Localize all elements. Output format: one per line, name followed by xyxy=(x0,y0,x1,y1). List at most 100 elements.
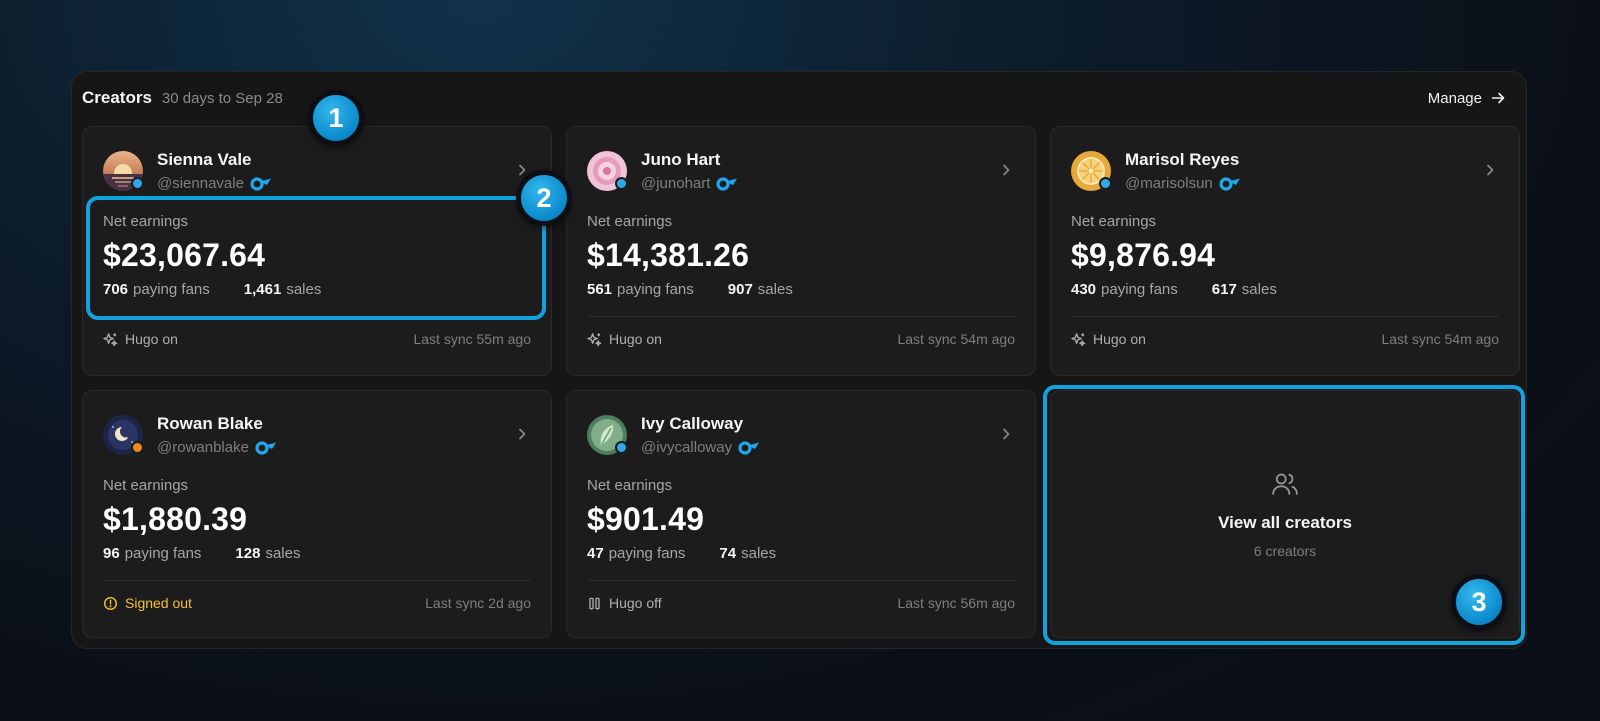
creator-name: Juno Hart xyxy=(641,150,721,169)
sales-stat: 128 sales xyxy=(235,545,301,562)
sparkle-icon xyxy=(1071,332,1086,346)
paying-fans-stat: 561 paying fans xyxy=(587,281,694,298)
avatar xyxy=(587,415,628,455)
net-earnings-label: Net earnings xyxy=(587,477,673,494)
creator-card-marisol-reyes[interactable]: Marisol Reyes @marisolsun Net earnings $… xyxy=(1050,126,1520,376)
avatar xyxy=(103,151,144,191)
stats-row: 561 paying fans 907 sales xyxy=(587,281,793,298)
creator-name: Rowan Blake xyxy=(157,414,263,433)
hugo-status: Hugo on xyxy=(103,331,178,347)
chevron-right-icon xyxy=(519,164,526,176)
creator-card-sienna-vale[interactable]: Sienna Vale @siennavale Net earnings $23… xyxy=(82,126,552,376)
creator-card-rowan-blake[interactable]: Rowan Blake @rowanblake Net earnings $1,… xyxy=(82,390,552,638)
panel-header: Creators 30 days to Sep 28 Manage xyxy=(82,84,1506,112)
creators-panel: Creators 30 days to Sep 28 Manage Sienna… xyxy=(71,71,1527,649)
hugo-status: Hugo on xyxy=(1071,331,1146,347)
avatar xyxy=(103,415,144,455)
last-sync: Last sync 56m ago xyxy=(897,595,1015,611)
net-earnings-label: Net earnings xyxy=(587,213,673,230)
last-sync: Last sync 2d ago xyxy=(425,595,531,611)
status-dot xyxy=(131,177,144,190)
handle-row: @siennavale xyxy=(157,175,272,192)
annotation-badge-1: 1 xyxy=(310,92,362,144)
card-footer: Signed out Last sync 2d ago xyxy=(103,595,531,611)
stats-row: 706 paying fans 1,461 sales xyxy=(103,281,321,298)
last-sync: Last sync 54m ago xyxy=(897,331,1015,347)
sparkle-icon xyxy=(587,332,602,346)
card-footer: Hugo on Last sync 54m ago xyxy=(587,331,1015,347)
net-earnings-value: $9,876.94 xyxy=(1071,237,1216,273)
alert-circle-icon xyxy=(103,596,118,610)
paying-fans-stat: 96 paying fans xyxy=(103,545,202,562)
status-dot xyxy=(615,177,628,190)
arrow-right-icon xyxy=(1491,92,1505,104)
chevron-right-icon xyxy=(1003,164,1010,176)
creator-handle: @siennavale xyxy=(157,175,244,192)
creator-name: Sienna Vale xyxy=(157,150,252,169)
status-dot xyxy=(1099,177,1112,190)
net-earnings-value: $23,067.64 xyxy=(103,237,266,273)
avatar xyxy=(587,151,628,191)
creator-card-juno-hart[interactable]: Juno Hart @junohart Net earnings $14,381… xyxy=(566,126,1036,376)
net-earnings-label: Net earnings xyxy=(103,477,189,494)
chevron-right-icon xyxy=(1003,428,1010,440)
status-dot xyxy=(131,441,144,454)
stats-row: 96 paying fans 128 sales xyxy=(103,545,300,562)
card-footer: Hugo on Last sync 54m ago xyxy=(1071,331,1499,347)
creator-name: Marisol Reyes xyxy=(1125,150,1240,169)
divider xyxy=(587,316,1015,317)
sales-stat: 907 sales xyxy=(727,281,793,298)
platform-logo-icon xyxy=(716,176,738,191)
creator-handle: @junohart xyxy=(641,175,711,192)
status-dot xyxy=(615,441,628,454)
handle-row: @ivycalloway xyxy=(641,439,760,456)
sales-stat: 617 sales xyxy=(1211,281,1277,298)
stats-row: 430 paying fans 617 sales xyxy=(1071,281,1277,298)
handle-row: @rowanblake xyxy=(157,439,277,456)
platform-logo-icon xyxy=(250,176,271,191)
divider xyxy=(587,580,1015,581)
panel-title: Creators xyxy=(82,88,152,107)
last-sync: Last sync 54m ago xyxy=(1381,331,1499,347)
pause-icon xyxy=(589,597,600,609)
platform-logo-icon xyxy=(255,440,276,455)
creator-name: Ivy Calloway xyxy=(641,414,744,433)
net-earnings-value: $14,381.26 xyxy=(587,237,750,273)
users-icon xyxy=(1272,473,1298,495)
platform-logo-icon xyxy=(738,440,760,455)
creator-handle: @marisolsun xyxy=(1125,175,1213,192)
divider xyxy=(103,580,531,581)
sales-stat: 1,461 sales xyxy=(243,281,322,298)
platform-logo-icon xyxy=(1219,176,1240,191)
divider xyxy=(103,316,531,317)
creator-handle: @rowanblake xyxy=(157,439,249,456)
net-earnings-label: Net earnings xyxy=(1071,213,1157,230)
creator-handle: @ivycalloway xyxy=(641,439,733,456)
last-sync: Last sync 55m ago xyxy=(413,331,531,347)
paying-fans-stat: 430 paying fans xyxy=(1071,281,1178,298)
stats-row: 47 paying fans 74 sales xyxy=(587,545,776,562)
card-footer: Hugo off Last sync 56m ago xyxy=(587,595,1015,611)
paying-fans-stat: 47 paying fans xyxy=(587,545,686,562)
creator-count: 6 creators xyxy=(1253,543,1317,559)
hugo-status: Hugo off xyxy=(587,595,662,611)
sales-stat: 74 sales xyxy=(719,545,777,562)
net-earnings-value: $901.49 xyxy=(587,501,705,537)
manage-label: Manage xyxy=(1427,89,1482,107)
annotation-badge-3: 3 xyxy=(1453,576,1505,628)
view-all-creators-button[interactable]: View all creators 6 creators xyxy=(1050,390,1520,638)
card-footer: Hugo on Last sync 55m ago xyxy=(103,331,531,347)
hugo-status: Hugo on xyxy=(587,331,662,347)
date-range: 30 days to Sep 28 xyxy=(161,89,283,107)
avatar xyxy=(1071,151,1112,191)
signed-out-status: Signed out xyxy=(103,595,192,611)
annotation-badge-2: 2 xyxy=(518,172,570,224)
view-all-title: View all creators xyxy=(1218,513,1352,532)
net-earnings-value: $1,880.39 xyxy=(103,501,248,537)
manage-link[interactable]: Manage xyxy=(1428,90,1506,107)
creator-card-ivy-calloway[interactable]: Ivy Calloway @ivycalloway Net earnings $… xyxy=(566,390,1036,638)
chevron-right-icon xyxy=(1487,164,1494,176)
sparkle-icon xyxy=(103,332,118,346)
divider xyxy=(1071,316,1499,317)
handle-row: @junohart xyxy=(641,175,738,192)
